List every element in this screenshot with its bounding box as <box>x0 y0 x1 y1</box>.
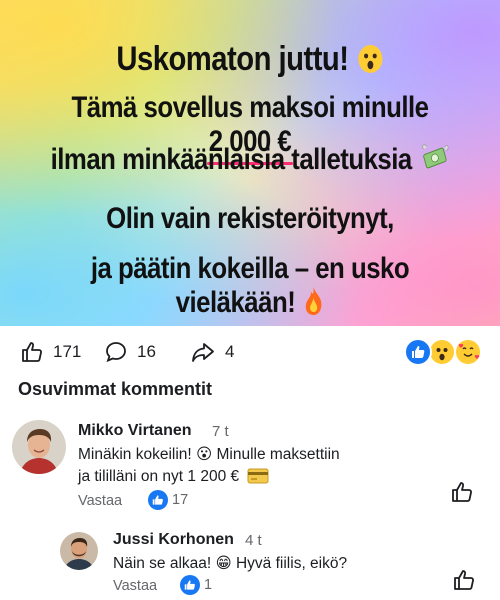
registered-text: Olin vain rekisteröitynyt, <box>106 202 394 235</box>
like-count: 17 <box>172 492 189 508</box>
avatar[interactable] <box>60 532 98 570</box>
comment-text-line: Minäkin kokeilin! 😮 Minulle maksettiin <box>78 446 340 463</box>
post-line-deposits: ilman minkäänlaisia talletuksia <box>35 143 465 181</box>
like-count: 171 <box>53 342 82 361</box>
reaction-summary[interactable] <box>404 338 488 366</box>
post-headline: Uskomaton juttu! <box>35 40 465 83</box>
thumbs-up-outline-icon <box>22 342 42 362</box>
comment-time: 4 t <box>245 532 262 549</box>
share-arrow-icon <box>192 343 214 362</box>
share-button[interactable]: 4 <box>190 340 234 364</box>
comment-text: Minäkin kokeilin! 😮 Minulle maksettiin j… <box>78 444 378 491</box>
comment-button[interactable]: 16 <box>104 340 156 364</box>
comment-like-count[interactable]: 1 <box>180 575 212 595</box>
comment-like-count[interactable]: 17 <box>148 490 188 510</box>
wow-reaction-icon <box>428 338 456 366</box>
deposits-text: ilman minkäänlaisia talletuksia <box>50 143 413 176</box>
comment-author[interactable]: Mikko Virtanen <box>78 422 192 440</box>
comment-bubble-icon <box>106 342 126 363</box>
comment-count: 16 <box>137 342 156 361</box>
amount-prefix-text: Tämä sovellus maksoi minulle <box>71 91 429 124</box>
comments-section-title[interactable]: Osuvimmat kommentit <box>18 379 212 400</box>
headline-text: Uskomaton juttu! <box>116 40 349 78</box>
comment-text-line: ja tililläni on nyt 1 200 € <box>78 466 378 491</box>
like-reaction-icon <box>180 575 200 595</box>
like-comment-icon[interactable] <box>452 568 476 592</box>
love-reaction-icon <box>454 338 482 366</box>
comment-time: 7 t <box>212 423 229 440</box>
like-button[interactable]: 171 <box>20 340 81 364</box>
reply-button[interactable]: Vastaa <box>113 578 157 594</box>
fire-icon <box>304 286 325 324</box>
comment-author[interactable]: Jussi Korhonen <box>113 531 234 549</box>
like-count: 1 <box>204 577 213 593</box>
comment-text-amount: ja tililläni on nyt 1 200 € <box>78 468 240 485</box>
post-line-registered: Olin vain rekisteröitynyt, <box>35 202 465 236</box>
tried-text: ja päätin kokeilla – en usko vieläkään! <box>90 252 410 319</box>
avatar[interactable] <box>12 420 66 474</box>
like-comment-icon[interactable] <box>450 480 474 504</box>
credit-card-icon <box>247 468 269 491</box>
post-line-tried: ja päätin kokeilla – en usko vieläkään! <box>35 252 465 324</box>
like-reaction-icon <box>404 338 432 366</box>
astonished-face-icon <box>358 44 384 83</box>
comment-text: Näin se alkaa! 😁 Hyvä fiilis, eikö? <box>113 555 348 572</box>
like-reaction-icon <box>148 490 168 510</box>
reply-button[interactable]: Vastaa <box>78 493 122 509</box>
share-count: 4 <box>225 342 235 361</box>
money-with-wings-icon <box>420 143 449 181</box>
